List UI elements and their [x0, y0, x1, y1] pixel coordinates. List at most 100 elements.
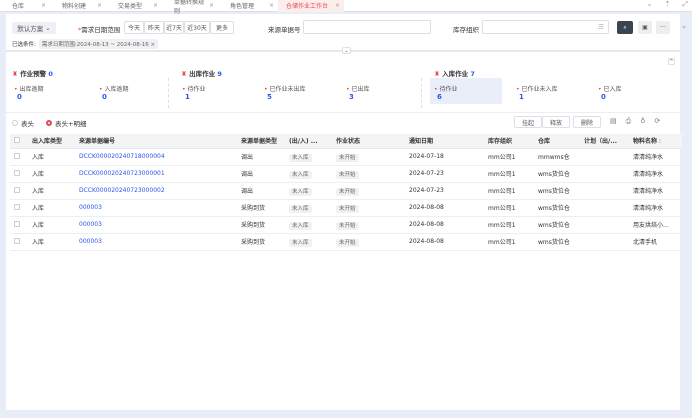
- col-org[interactable]: 库存组织: [484, 134, 534, 149]
- close-icon[interactable]: ×: [97, 2, 102, 9]
- tab-doc-rules[interactable]: 单据转换规则 ×: [162, 0, 218, 15]
- org-label: 库存组织: [453, 26, 479, 34]
- delete-button[interactable]: 删除: [573, 116, 601, 128]
- col-source-type[interactable]: 来源单据类型: [237, 134, 285, 149]
- row-checkbox[interactable]: [14, 203, 20, 210]
- tab-bar: 仓库 × 物料创建 × 交易类型 × 单据转换规则 × 角色管理 × 仓储作业工作台 × ⌄…: [0, 0, 692, 15]
- org-input[interactable]: ☰: [482, 20, 609, 34]
- inbound-title: ♜ 入库作业 7: [434, 70, 475, 78]
- tab-material[interactable]: 物料创建 ×: [50, 0, 106, 12]
- table-row[interactable]: 入库 000003 采购到货 未入库 未开始 2024-08-08 mm公司1 wms货位仓 用…: [10, 216, 682, 234]
- radio-header-detail[interactable]: 表头+明细: [46, 118, 86, 128]
- outbound-title: ♜ 出库作业 9: [181, 70, 222, 78]
- status-badge: 未入库: [289, 221, 312, 230]
- date-more[interactable]: 更多: [210, 21, 234, 34]
- condition-tag[interactable]: 需求日期范围:2024-08-13 ~ 2024-08-16 ×: [38, 39, 159, 49]
- list-icon: ☰: [598, 23, 604, 31]
- col-type[interactable]: 出入库类型: [28, 134, 75, 149]
- cell: [580, 148, 629, 166]
- source-no-link[interactable]: 000003: [79, 238, 102, 245]
- close-icon[interactable]: ×: [41, 2, 46, 9]
- tab-trade-type[interactable]: 交易类型 ×: [106, 0, 162, 12]
- source-no-input[interactable]: [303, 20, 431, 34]
- date-30days[interactable]: 近30天: [184, 21, 210, 34]
- table-row[interactable]: 入库 DCCK000020240718000004 调出 未入库 未开始 2024-07-…: [10, 148, 682, 166]
- tab-workbench[interactable]: 仓储作业工作台 ×: [278, 0, 344, 12]
- cell: mm公司1: [484, 199, 534, 217]
- source-no-link[interactable]: DCCK000020240718000004: [79, 153, 165, 160]
- radio-header[interactable]: 表头: [12, 118, 34, 128]
- cell: mm公司1: [484, 165, 534, 183]
- tab-warehouse[interactable]: 仓库 ×: [0, 0, 50, 12]
- source-no-label: 来源单据号: [268, 26, 301, 34]
- warehouse-icon: ♜: [434, 70, 440, 78]
- expand-toggle[interactable]: ⌄: [342, 47, 351, 54]
- status-badge: 未开始: [336, 204, 359, 213]
- scheme-select[interactable]: 默认方案 ⌄: [12, 22, 56, 34]
- col-work-status[interactable]: 作业状态: [332, 134, 405, 149]
- table-row[interactable]: 入库 000003 采购到货 未入库 未开始 2024-08-08 mm公司1 wms货位仓 清…: [10, 199, 682, 217]
- work-table: 出入库类型 来源单据编号 来源单据类型 (出/入) ... 作业状态 通知日期 …: [10, 134, 682, 251]
- stat-overdue-out[interactable]: • 出库逾期 0: [14, 84, 43, 101]
- cell: 调出: [237, 148, 285, 166]
- close-icon[interactable]: ×: [153, 2, 158, 9]
- warning-icon: ♜: [12, 70, 18, 78]
- bell-icon[interactable]: ♁: [640, 117, 645, 126]
- col-warehouse[interactable]: 仓库: [534, 134, 580, 149]
- source-no-link[interactable]: DCCK000020240723000002: [79, 187, 165, 194]
- cell: wms货位仓: [534, 233, 580, 251]
- date-today[interactable]: 今天: [124, 21, 144, 34]
- tab-roles[interactable]: 角色管理 ×: [218, 0, 278, 12]
- stat-out-done-notshipped[interactable]: • 已作业未出库 5: [264, 84, 305, 101]
- row-checkbox[interactable]: [14, 186, 20, 193]
- date-7days[interactable]: 近7天: [164, 21, 184, 34]
- search-button[interactable]: ⌕: [617, 21, 633, 34]
- source-no-link[interactable]: DCCK000020240723000001: [79, 170, 165, 177]
- close-icon[interactable]: ×: [209, 2, 214, 9]
- status-badge: 未开始: [336, 187, 359, 196]
- select-all-checkbox[interactable]: [14, 136, 20, 143]
- col-notice-date[interactable]: 通知日期: [405, 134, 484, 149]
- stat-in-pending[interactable]: • 待作业 6: [430, 78, 502, 104]
- refresh-icon[interactable]: ⟳: [654, 117, 660, 126]
- source-no-link[interactable]: 000003: [79, 204, 102, 211]
- warehouse-icon: ♜: [181, 70, 187, 78]
- row-checkbox[interactable]: [14, 237, 20, 244]
- more-button[interactable]: ···: [656, 21, 670, 34]
- col-source-no[interactable]: 来源单据编号: [75, 134, 237, 149]
- cell: 2024-08-08: [405, 233, 484, 251]
- stat-in-done-notstored[interactable]: • 已作业未入库 1: [516, 84, 557, 101]
- source-no-link[interactable]: 000003: [79, 221, 102, 228]
- row-checkbox[interactable]: [14, 169, 20, 176]
- col-material[interactable]: 物料名称 ⫶: [629, 134, 682, 149]
- export-icon[interactable]: ▤: [610, 117, 617, 126]
- stat-in-stored[interactable]: • 已入库 0: [598, 84, 621, 101]
- cell: 入库: [28, 199, 75, 217]
- stat-out-shipped[interactable]: • 已出库 3: [346, 84, 369, 101]
- release-button[interactable]: 释放: [542, 116, 570, 128]
- chevron-down-icon[interactable]: ⌄: [647, 0, 653, 9]
- fullscreen-icon[interactable]: ⤢: [682, 0, 688, 9]
- col-io-status[interactable]: (出/入) ...: [285, 134, 332, 149]
- date-yesterday[interactable]: 昨天: [144, 21, 164, 34]
- stat-overdue-in[interactable]: • 入库逾期 0: [99, 84, 128, 101]
- collapse-stats-button[interactable]: ^: [668, 58, 675, 65]
- table-row[interactable]: 入库 DCCK000020240723000001 调出 未入库 未开始 2024-07-…: [10, 165, 682, 183]
- pin-icon[interactable]: ⇡: [665, 0, 671, 9]
- collapse-side-icon[interactable]: «: [682, 23, 686, 31]
- suspend-button[interactable]: 挂起: [514, 116, 542, 128]
- advanced-filter-button[interactable]: ▣: [638, 21, 652, 34]
- table-row[interactable]: 入库 000003 采购到货 未入库 未开始 2024-08-08 mm公司1 wms货位仓 北…: [10, 233, 682, 251]
- col-plan[interactable]: 计划（出/...: [580, 134, 629, 149]
- row-checkbox[interactable]: [14, 220, 20, 227]
- cell: mm公司1: [484, 148, 534, 166]
- close-icon[interactable]: ×: [269, 2, 274, 9]
- row-checkbox[interactable]: [14, 152, 20, 159]
- status-badge: 未开始: [336, 221, 359, 230]
- print-icon[interactable]: ⎙: [626, 117, 632, 126]
- cell: [580, 165, 629, 183]
- stat-out-pending[interactable]: • 待作业 1: [182, 84, 205, 101]
- cell: mm公司1: [484, 182, 534, 200]
- close-icon[interactable]: ×: [335, 2, 340, 9]
- table-row[interactable]: 入库 DCCK000020240723000002 调出 未入库 未开始 2024-07-…: [10, 182, 682, 200]
